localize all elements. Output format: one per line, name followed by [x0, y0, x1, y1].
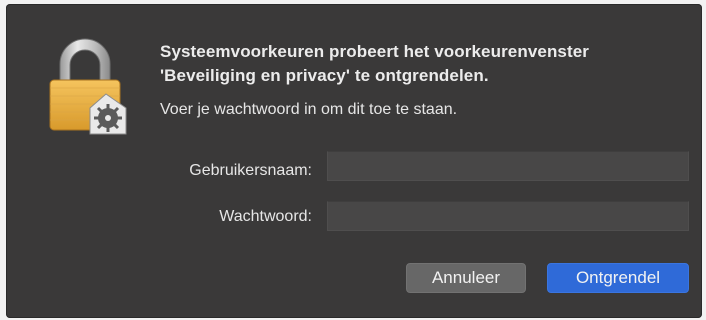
padlock-icon [49, 38, 127, 135]
unlock-dialog: Systeemvoorkeuren probeert het voorkeure… [6, 4, 702, 318]
dialog-title-line1: Systeemvoorkeuren probeert het voorkeure… [160, 42, 590, 61]
dialog-title-line2: 'Beveiliging en privacy' te ontgrendelen… [160, 66, 489, 85]
username-label: Gebruikersnaam: [189, 162, 312, 179]
username-field[interactable] [327, 151, 689, 181]
password-label: Wachtwoord: [219, 208, 312, 225]
cancel-button[interactable]: Annuleer [406, 263, 526, 293]
dialog-title: Systeemvoorkeuren probeert het voorkeure… [160, 40, 690, 88]
unlock-button[interactable]: Ontgrendel [547, 263, 689, 293]
dialog-subtitle: Voer je wachtwoord in om dit toe te staa… [160, 101, 458, 118]
password-field[interactable] [327, 201, 689, 231]
